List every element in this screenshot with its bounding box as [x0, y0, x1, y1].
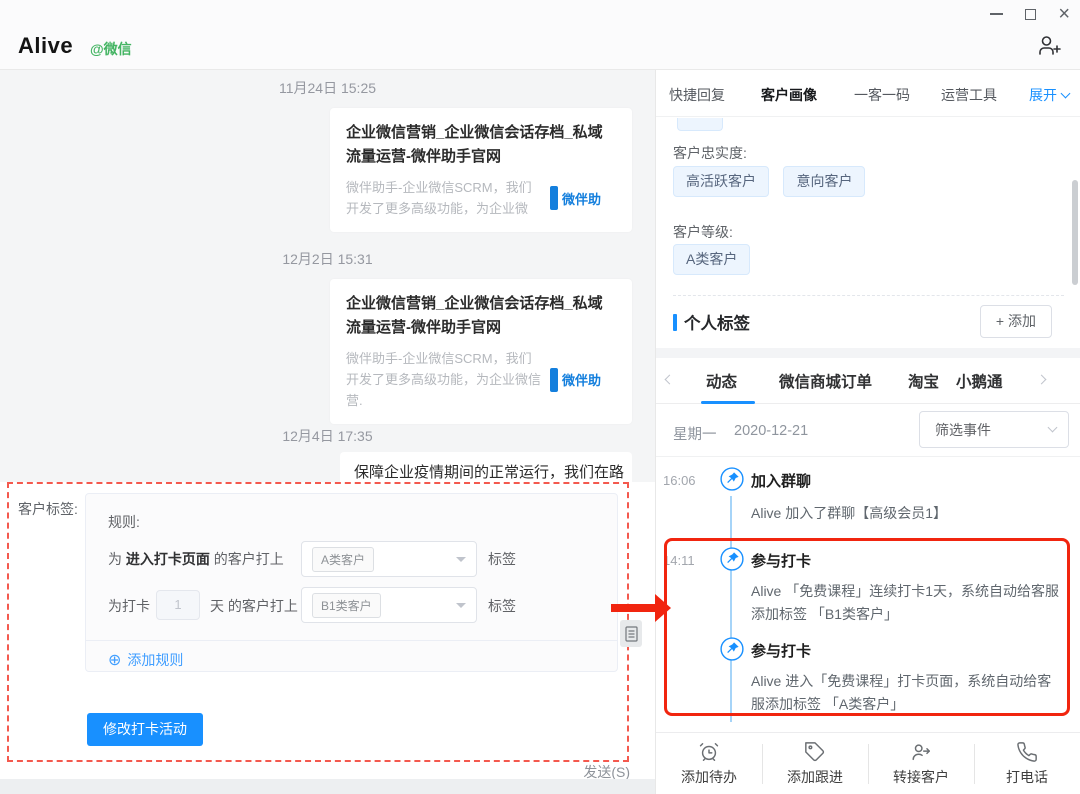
- call-button[interactable]: 打电话: [974, 733, 1080, 794]
- event-description: Alive 进入「免费课程」打卡页面，系统自动给客服添加标签 「A类客户」: [751, 670, 1065, 716]
- action-bar: 添加待办 添加跟进 转接客户 打电话: [656, 732, 1080, 794]
- close-icon[interactable]: ×: [1058, 7, 1070, 21]
- level-tag[interactable]: A类客户: [673, 244, 750, 275]
- divider: [86, 640, 617, 641]
- transfer-customer-button[interactable]: 转接客户: [868, 733, 974, 794]
- phone-icon: [1016, 741, 1038, 763]
- weibanzhushou-logo-icon: [550, 368, 558, 392]
- loyalty-label: 客户忠实度:: [673, 143, 747, 163]
- event-pin-icon: [720, 547, 744, 571]
- weibanzhushou-logo-icon: [550, 186, 558, 210]
- notes-list-icon[interactable]: [620, 620, 642, 647]
- subtab-taobao[interactable]: 淘宝: [908, 370, 939, 392]
- chat-timestamp: 11月24日 15:25: [0, 78, 655, 98]
- clipped-tag-chip: [677, 118, 723, 131]
- sidebar-tab-bar: 快捷回复 客户画像 一客一码 运营工具 展开: [656, 70, 1080, 117]
- event-title: 加入群聊: [751, 470, 811, 491]
- chat-timestamp: 12月4日 17:35: [0, 426, 655, 446]
- chevron-down-icon: [456, 603, 466, 608]
- date-filter-row: 星期一 2020-12-21 筛选事件: [656, 404, 1080, 457]
- rule1-tag-select[interactable]: A类客户: [301, 541, 477, 577]
- red-arrow-head: [655, 594, 671, 622]
- event-pin-icon: [720, 637, 744, 661]
- app-window: × Alive @微信 11月24日 15:25 企业微信营销_企业微信会话存档…: [0, 0, 1080, 794]
- maximize-icon[interactable]: [1025, 9, 1036, 20]
- days-input[interactable]: 1: [156, 590, 200, 620]
- weekday-label: 星期一: [673, 423, 717, 444]
- add-contact-icon[interactable]: [1038, 33, 1062, 57]
- section-separator: [656, 348, 1080, 358]
- selected-tag-chip: A类客户: [312, 547, 374, 572]
- tab-one-customer-one-code[interactable]: 一客一码: [854, 85, 910, 105]
- dashed-divider: [673, 295, 1064, 296]
- tab-customer-profile[interactable]: 客户画像: [761, 85, 817, 105]
- chevron-down-icon: [1061, 88, 1071, 98]
- rule2-suffix: 标签: [488, 596, 516, 616]
- link-description: 微伴助手-企业微信SCRM，我们开发了更多高级功能，为企业微: [346, 177, 544, 219]
- add-followup-button[interactable]: 添加跟进: [762, 733, 868, 794]
- scrollbar-thumb[interactable]: [1072, 180, 1078, 285]
- tag-rules-panel: 规则: 为 进入打卡页面 的客户打上 A类客户 标签 为打卡 1 天 的客户打上…: [85, 493, 618, 672]
- tab-operation-tools[interactable]: 运营工具: [941, 85, 997, 105]
- tag-icon: [804, 741, 826, 763]
- event-pin-icon: [720, 467, 744, 491]
- selected-tag-chip: B1类客户: [312, 593, 381, 618]
- event-description: Alive 「免费课程」连续打卡1天，系统自动给客服添加标签 「B1类客户」: [751, 580, 1065, 626]
- add-tag-button[interactable]: + 添加: [980, 305, 1052, 338]
- event-title: 参与打卡: [751, 550, 811, 571]
- timeline-line: [730, 496, 732, 722]
- date-label: 2020-12-21: [734, 423, 808, 439]
- add-todo-button[interactable]: 添加待办: [656, 733, 762, 794]
- window-bottom-strip: [0, 779, 655, 794]
- tab-quick-reply[interactable]: 快捷回复: [669, 85, 725, 105]
- loyalty-tag[interactable]: 意向客户: [783, 166, 865, 197]
- subtab-activity[interactable]: 动态: [706, 370, 737, 392]
- chevron-right-icon[interactable]: [1037, 375, 1047, 385]
- text-message-bubble[interactable]: 保障企业疫情期间的正常运行，我们在路: [340, 452, 632, 482]
- section-accent-bar: [673, 314, 677, 331]
- alarm-clock-icon: [698, 741, 720, 763]
- subtab-xiaoe-tong[interactable]: 小鹅通: [956, 370, 1003, 392]
- subtab-wechat-mall-orders[interactable]: 微信商城订单: [779, 370, 872, 392]
- rule1-suffix: 标签: [488, 549, 516, 569]
- customer-tag-field-label: 客户标签:: [18, 499, 78, 519]
- wechat-badge: @微信: [90, 39, 132, 59]
- expand-button[interactable]: 展开: [1029, 85, 1069, 105]
- event-title: 参与打卡: [751, 640, 811, 661]
- link-message-card[interactable]: 企业微信营销_企业微信会话存档_私域流量运营-微伴助手官网 微伴助手-企业微信S…: [330, 279, 632, 424]
- rule2-mid: 天 的客户打上: [210, 596, 298, 616]
- link-thumbnail: 微伴助: [550, 186, 601, 210]
- plus-circle-icon: ⊕: [108, 650, 121, 670]
- rule2-prefix: 为打卡: [108, 596, 150, 616]
- event-description: Alive 加入了群聊【高级会员1】: [751, 502, 1065, 525]
- person-arrow-icon: [910, 741, 932, 763]
- modify-checkin-activity-button[interactable]: 修改打卡活动: [87, 713, 203, 746]
- event-filter-select[interactable]: 筛选事件: [919, 411, 1069, 448]
- link-title: 企业微信营销_企业微信会话存档_私域流量运营-微伴助手官网: [346, 292, 616, 340]
- link-thumbnail: 微伴助: [550, 368, 601, 392]
- level-label: 客户等级:: [673, 222, 733, 242]
- personal-tags-title: 个人标签: [684, 310, 750, 334]
- rule1-text: 为 进入打卡页面 的客户打上: [108, 549, 284, 569]
- red-arrow-annotation: [611, 604, 657, 612]
- add-rule-link[interactable]: ⊕ 添加规则: [108, 650, 183, 670]
- link-description: 微伴助手-企业微信SCRM，我们开发了更多高级功能，为企业微信营.: [346, 348, 544, 411]
- event-time: 16:06: [663, 473, 696, 488]
- rule2-tag-select[interactable]: B1类客户: [301, 587, 477, 623]
- link-message-card[interactable]: 企业微信营销_企业微信会话存档_私域流量运营-微伴助手官网 微伴助手-企业微信S…: [330, 108, 632, 232]
- activity-tab-bar: 动态 微信商城订单 淘宝 小鹅通: [656, 358, 1080, 404]
- chevron-left-icon[interactable]: [665, 375, 675, 385]
- title-bar: × Alive @微信: [0, 0, 1080, 70]
- app-title: Alive: [18, 33, 73, 59]
- link-title: 企业微信营销_企业微信会话存档_私域流量运营-微伴助手官网: [346, 121, 616, 169]
- rules-label: 规则:: [108, 512, 140, 532]
- minimize-icon[interactable]: [990, 13, 1003, 15]
- loyalty-tag[interactable]: 高活跃客户: [673, 166, 769, 197]
- event-time: 14:11: [663, 553, 695, 568]
- customer-sidebar: 快捷回复 客户画像 一客一码 运营工具 展开 客户忠实度: 高活跃客户 意向客户…: [655, 70, 1080, 794]
- chevron-down-icon: [456, 557, 466, 562]
- chevron-down-icon: [1048, 423, 1058, 433]
- chat-timestamp: 12月2日 15:31: [0, 249, 655, 269]
